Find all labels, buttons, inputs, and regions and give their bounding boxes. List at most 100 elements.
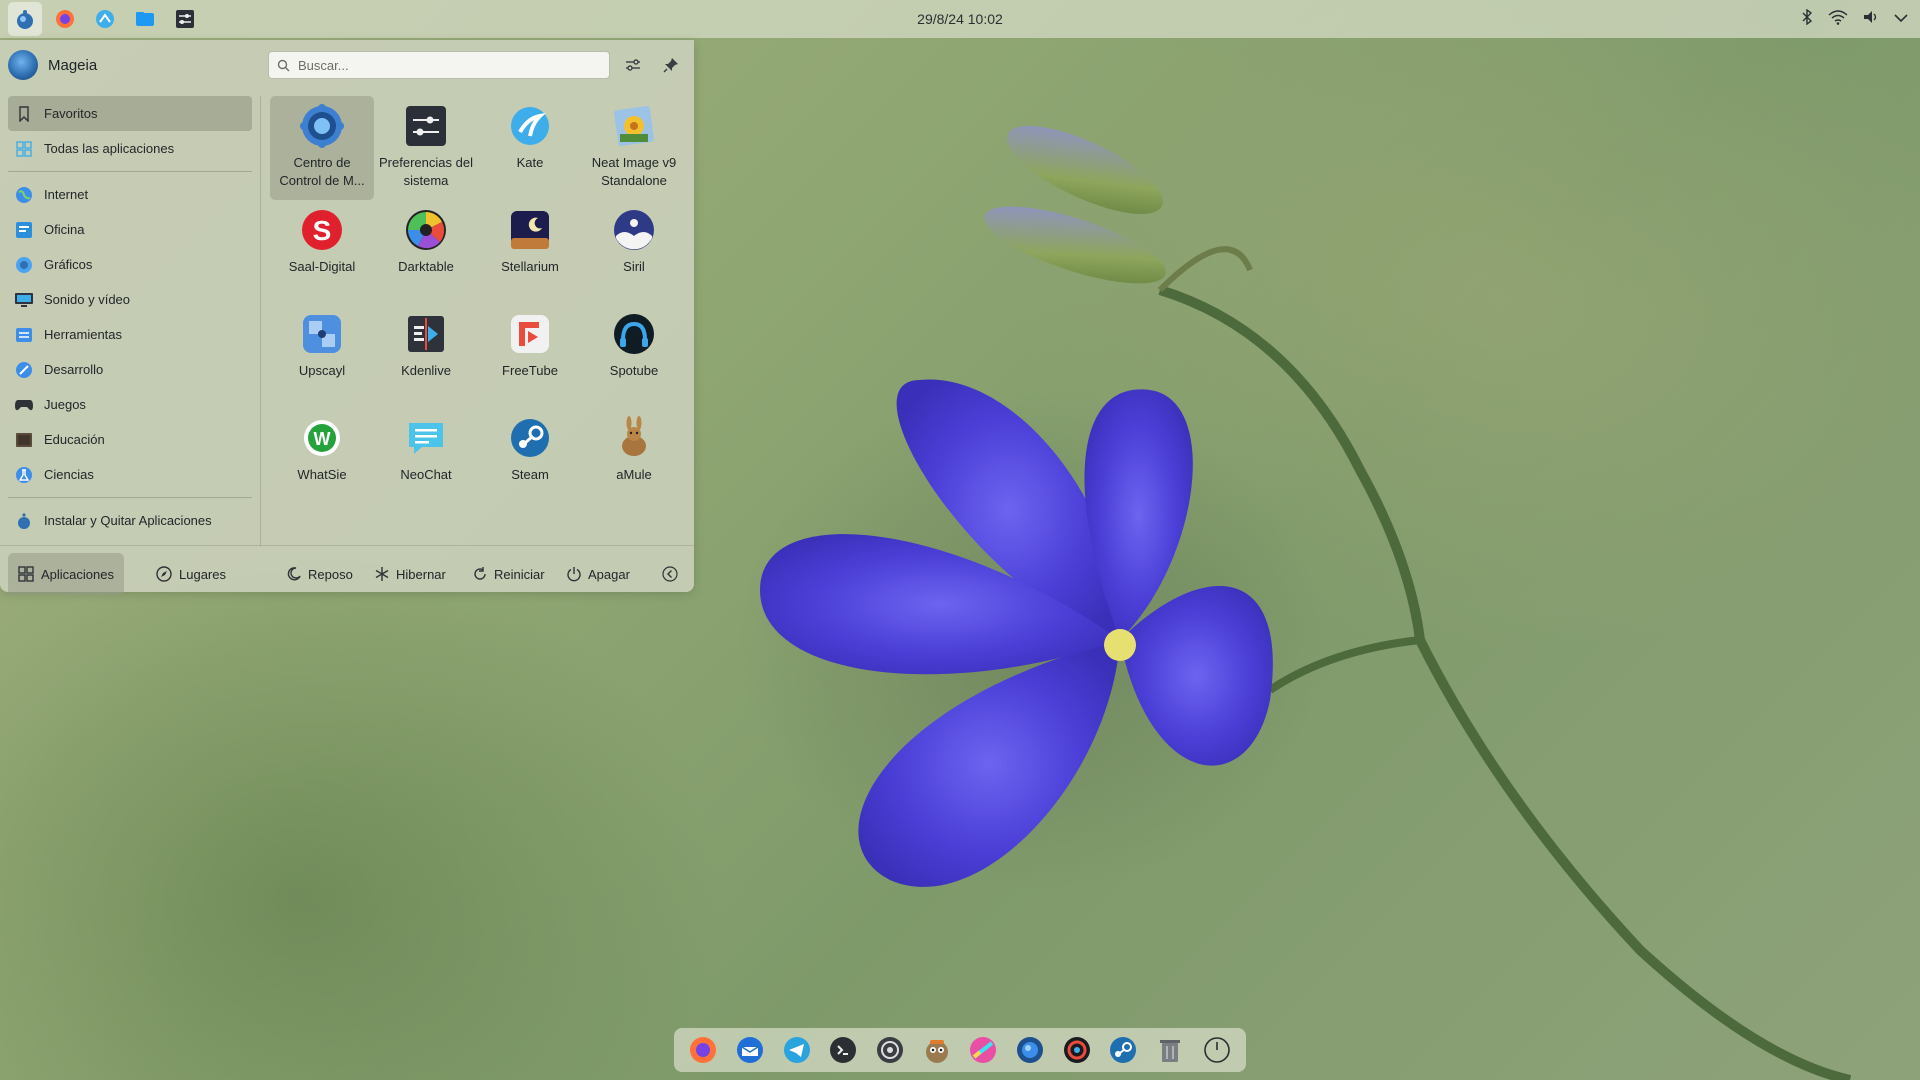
category-desarrollo[interactable]: Desarrollo [8,352,252,387]
education-icon [14,430,34,450]
clock[interactable]: 29/8/24 10:02 [0,0,1920,38]
app-kate[interactable]: Kate [478,96,582,200]
search-field[interactable] [268,51,610,79]
gimp-icon[interactable] [920,1033,954,1067]
freetube-icon [506,310,554,358]
app-label: Kdenlive [401,363,451,378]
obs-icon[interactable] [1060,1033,1094,1067]
divider [260,96,261,546]
user-header[interactable]: Mageia [8,50,97,80]
restart-button[interactable]: Reiniciar [472,553,545,595]
mageia-control-center-icon [298,102,346,150]
app-kdenlive[interactable]: Kdenlive [374,304,478,408]
mageia-icon [14,511,34,531]
steam-icon [506,414,554,462]
trash-icon[interactable] [1153,1033,1187,1067]
app-freetube[interactable]: FreeTube [478,304,582,408]
whatsie-icon: W [298,414,346,462]
install-label: Instalar y Quitar Aplicaciones [44,513,212,528]
app-label: Darktable [398,259,454,274]
restart-label: Reiniciar [494,566,545,582]
app-darktable[interactable]: Darktable [374,200,478,304]
telegram-icon[interactable] [780,1033,814,1067]
firefox-icon[interactable] [48,2,82,36]
search-input[interactable] [296,56,600,74]
globe-icon [14,185,34,205]
install-remove-apps[interactable]: Instalar y Quitar Aplicaciones [8,503,252,538]
bluetooth-icon[interactable] [1800,8,1814,30]
category-todas[interactable]: Todas las aplicaciones [8,131,252,166]
krita-icon[interactable] [966,1033,1000,1067]
darktable-icon [402,206,450,254]
app-saal-digital[interactable]: S Saal-Digital [270,200,374,304]
app-steam[interactable]: Steam [478,408,582,512]
category-graficos[interactable]: Gráficos [8,247,252,282]
app-amule[interactable]: aMule [582,408,686,512]
app-label: Preferencias del sistema [379,155,473,188]
tab-label: Aplicaciones [41,566,114,582]
category-favoritos[interactable]: Favoritos [8,96,252,131]
shutdown-label: Apagar [588,566,630,582]
thunderbird-icon[interactable] [733,1033,767,1067]
category-herramientas[interactable]: Herramientas [8,317,252,352]
siril-icon [610,206,658,254]
hibernate-button[interactable]: Hibernar [374,553,446,595]
category-label: Todas las aplicaciones [44,141,175,156]
gamepad-icon [14,395,34,415]
search-icon [277,59,290,72]
configure-button[interactable] [620,52,646,78]
pin-icon [663,58,678,73]
category-ciencias[interactable]: Ciencias [8,457,252,492]
tab-label: Lugares [179,566,226,582]
system-settings-icon[interactable] [168,2,202,36]
system-tray [1800,0,1908,38]
app-siril[interactable]: Siril [582,200,686,304]
bookmark-icon [14,104,34,124]
more-power-options-button[interactable] [662,553,678,595]
app-neochat[interactable]: NeoChat [374,408,478,512]
tools-icon [14,325,34,345]
mageia-icon[interactable] [1013,1033,1047,1067]
category-internet[interactable]: Internet [8,177,252,212]
category-sonido[interactable]: Sonido y vídeo [8,282,252,317]
category-label: Ciencias [44,467,94,482]
divider [8,171,252,172]
steam-icon[interactable] [1106,1033,1140,1067]
hibernate-label: Hibernar [396,566,446,582]
app-label: Spotube [609,363,659,378]
app-label: Stellarium [501,259,559,274]
category-educacion[interactable]: Educación [8,422,252,457]
grid-icon [14,139,34,159]
wifi-icon[interactable] [1828,9,1848,30]
tab-aplicaciones[interactable]: Aplicaciones [8,553,124,595]
terminal-icon[interactable] [826,1033,860,1067]
shutdown-button[interactable]: Apagar [566,553,630,595]
app-stellarium[interactable]: Stellarium [478,200,582,304]
sleep-button[interactable]: Reposo [286,553,353,595]
expand-tray-icon[interactable] [1894,10,1908,28]
app-whatsie[interactable]: W WhatSie [270,408,374,512]
file-manager-icon[interactable] [128,2,162,36]
power-icon[interactable] [1200,1033,1234,1067]
top-panel: 29/8/24 10:02 [0,0,1920,38]
app-preferencias[interactable]: Preferencias del sistema [374,96,478,200]
upscayl-icon [298,310,346,358]
app-spotube[interactable]: Spotube [582,304,686,408]
avatar[interactable] [8,50,38,80]
app-upscayl[interactable]: Upscayl [270,304,374,408]
app-centro-de-control[interactable]: Centro de Control de M... [270,96,374,200]
app-neat-image[interactable]: Neat Image v9 Standalone [582,96,686,200]
app-label: Kate [516,155,544,170]
category-label: Internet [44,187,89,202]
tab-lugares[interactable]: Lugares [146,553,236,595]
aperture-icon[interactable] [873,1033,907,1067]
category-sidebar: Favoritos Todas las aplicaciones Interne… [8,96,252,538]
category-juegos[interactable]: Juegos [8,387,252,422]
app-launcher-icon[interactable] [8,2,42,36]
category-oficina[interactable]: Oficina [8,212,252,247]
grid-icon [18,566,34,582]
firefox-icon[interactable] [686,1033,720,1067]
volume-icon[interactable] [1862,9,1880,30]
kde-connect-icon[interactable] [88,2,122,36]
pin-button[interactable] [658,52,684,78]
